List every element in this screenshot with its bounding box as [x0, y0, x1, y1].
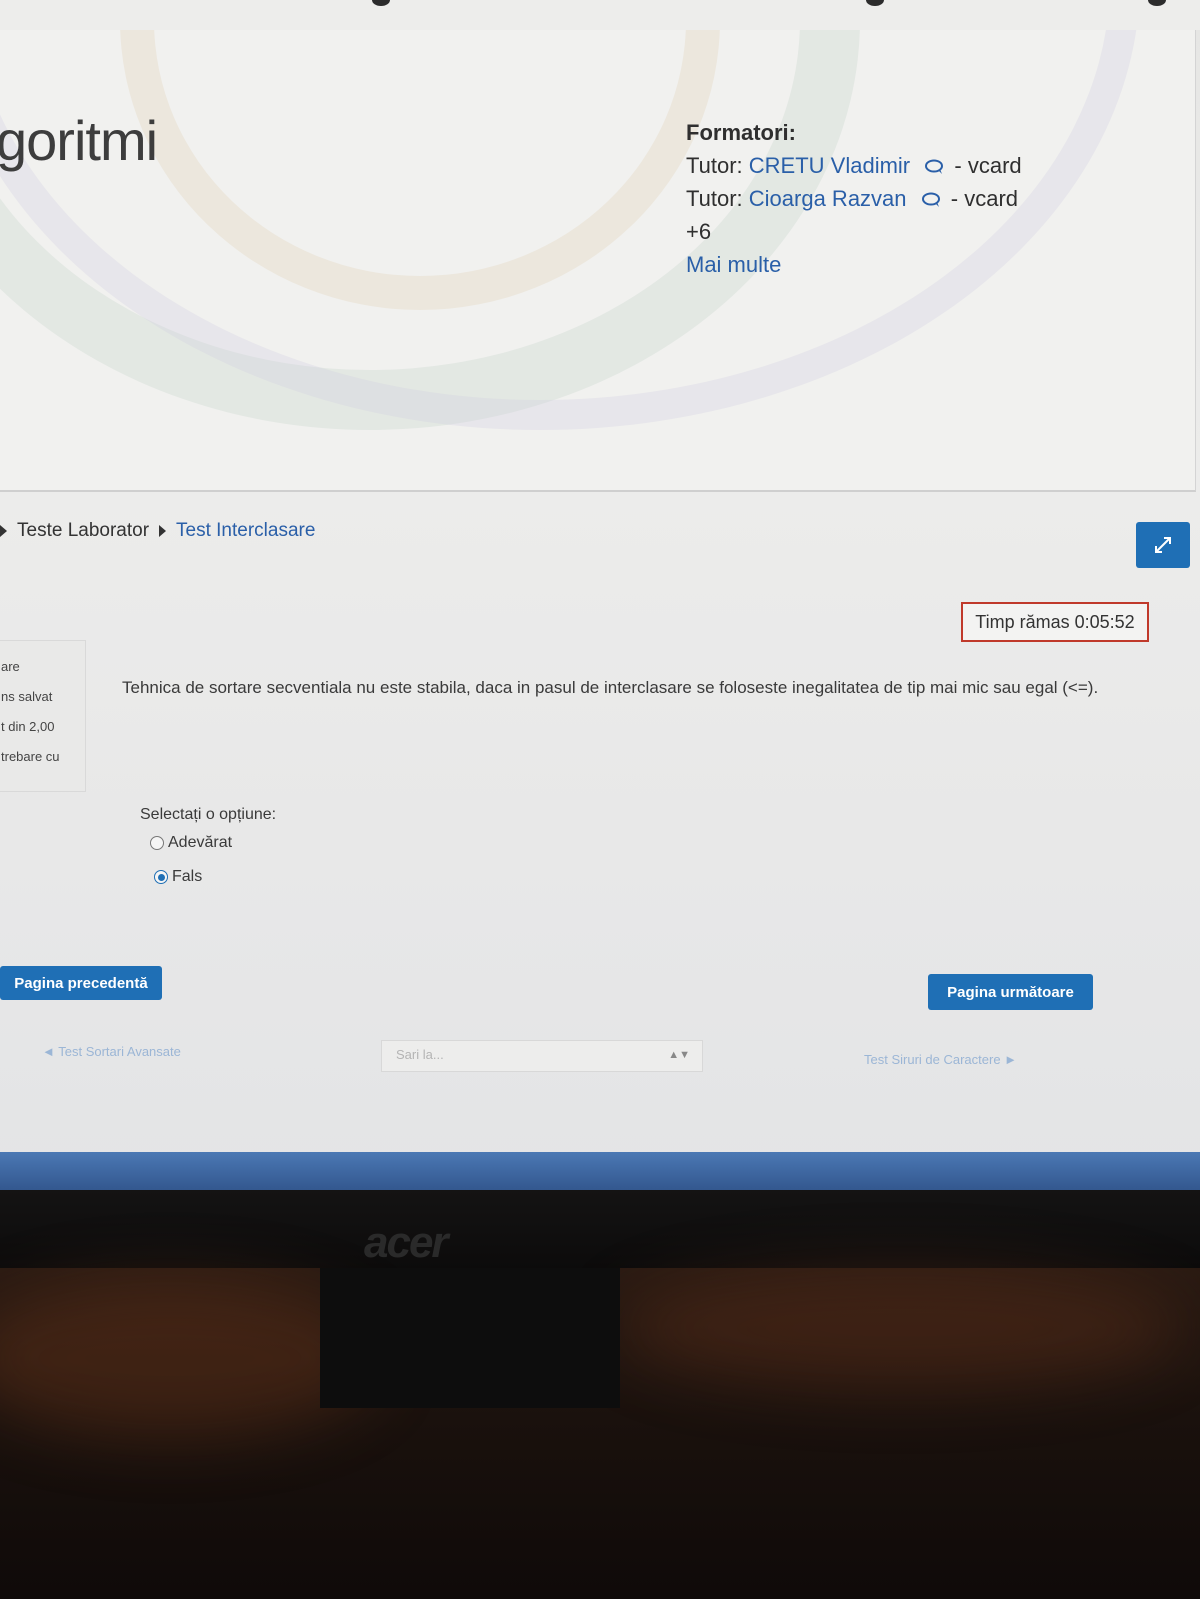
vcard-link[interactable]: - vcard	[954, 153, 1021, 178]
breadcrumb-item-current[interactable]: Test Interclasare	[176, 520, 315, 542]
breadcrumb: Teste Laborator Test Interclasare	[0, 520, 315, 542]
formatori-heading: Formatori:	[686, 120, 796, 145]
course-title: goritmi	[0, 109, 158, 172]
question-info-line: t din 2,00	[1, 719, 55, 734]
formatori-block: Formatori: Tutor: CRETU Vladimir - vcard…	[686, 116, 1022, 281]
desk-reflection	[620, 1268, 1180, 1388]
fullscreen-button[interactable]	[1136, 522, 1190, 568]
next-activity-link[interactable]: Test Siruri de Caractere ►	[864, 1052, 1017, 1067]
monitor-screen: goritmi Formatori: Tutor: CRETU Vladimir…	[0, 0, 1200, 1200]
course-header: goritmi Formatori: Tutor: CRETU Vladimir…	[0, 30, 1196, 492]
tutor-name-link[interactable]: CRETU Vladimir	[749, 153, 910, 178]
select-caret-icon: ▲▼	[668, 1049, 690, 1061]
radio-button[interactable]	[150, 836, 164, 850]
question-info-panel: are ns salvat t din 2,00 trebare cu	[0, 640, 86, 792]
question-info-line: are	[1, 659, 20, 674]
activity-navigation: ◄ Test Sortari Avansate Sari la... ▲▼ Te…	[0, 1040, 1200, 1080]
monitor-bezel	[0, 1190, 1200, 1270]
message-icon[interactable]	[924, 159, 946, 175]
tutor-row: Tutor: Cioarga Razvan - vcard	[686, 182, 1022, 215]
monitor-stand	[320, 1268, 620, 1408]
more-tutors-link[interactable]: Mai multe	[686, 248, 1022, 281]
tutor-prefix: Tutor:	[686, 153, 743, 178]
answer-option[interactable]: Adevărat	[150, 834, 232, 852]
question-text: Tehnica de sortare secventiala nu este s…	[122, 678, 1099, 697]
tutor-prefix: Tutor:	[686, 186, 743, 211]
question-info-line: trebare cu	[1, 749, 60, 764]
answer-option-label: Fals	[172, 868, 203, 885]
breadcrumb-separator-icon	[159, 525, 167, 537]
breadcrumb-item[interactable]: Teste Laborator	[17, 520, 149, 542]
question-info-line: ns salvat	[1, 689, 53, 704]
top-navbar-strip	[0, 0, 1200, 30]
monitor-brand-logo: acer	[364, 1218, 449, 1267]
answer-option[interactable]: Fals	[154, 868, 202, 886]
message-icon[interactable]	[921, 192, 943, 208]
more-tutors-count: +6	[686, 219, 712, 244]
expand-icon	[1155, 537, 1171, 553]
jump-to-placeholder: Sari la...	[396, 1047, 444, 1062]
tutor-row: Tutor: CRETU Vladimir - vcard	[686, 149, 1022, 182]
previous-page-button[interactable]: Pagina precedentă	[0, 966, 162, 1000]
time-remaining: Timp rămas 0:05:52	[961, 602, 1149, 642]
vcard-link[interactable]: - vcard	[951, 186, 1018, 211]
answer-prompt: Selectați o opțiune:	[140, 806, 277, 823]
desk-background	[0, 1268, 1200, 1599]
navbar-icon[interactable]	[372, 0, 390, 6]
navbar-icon[interactable]	[866, 0, 884, 6]
jump-to-select[interactable]: Sari la... ▲▼	[381, 1040, 703, 1072]
radio-button-selected[interactable]	[154, 870, 168, 884]
user-menu-icon[interactable]	[1148, 0, 1166, 6]
previous-activity-link[interactable]: ◄ Test Sortari Avansate	[42, 1044, 181, 1059]
tutor-name-link[interactable]: Cioarga Razvan	[749, 186, 907, 211]
next-page-button[interactable]: Pagina următoare	[928, 974, 1093, 1010]
answer-option-label: Adevărat	[168, 834, 233, 851]
breadcrumb-separator-icon	[0, 525, 7, 537]
